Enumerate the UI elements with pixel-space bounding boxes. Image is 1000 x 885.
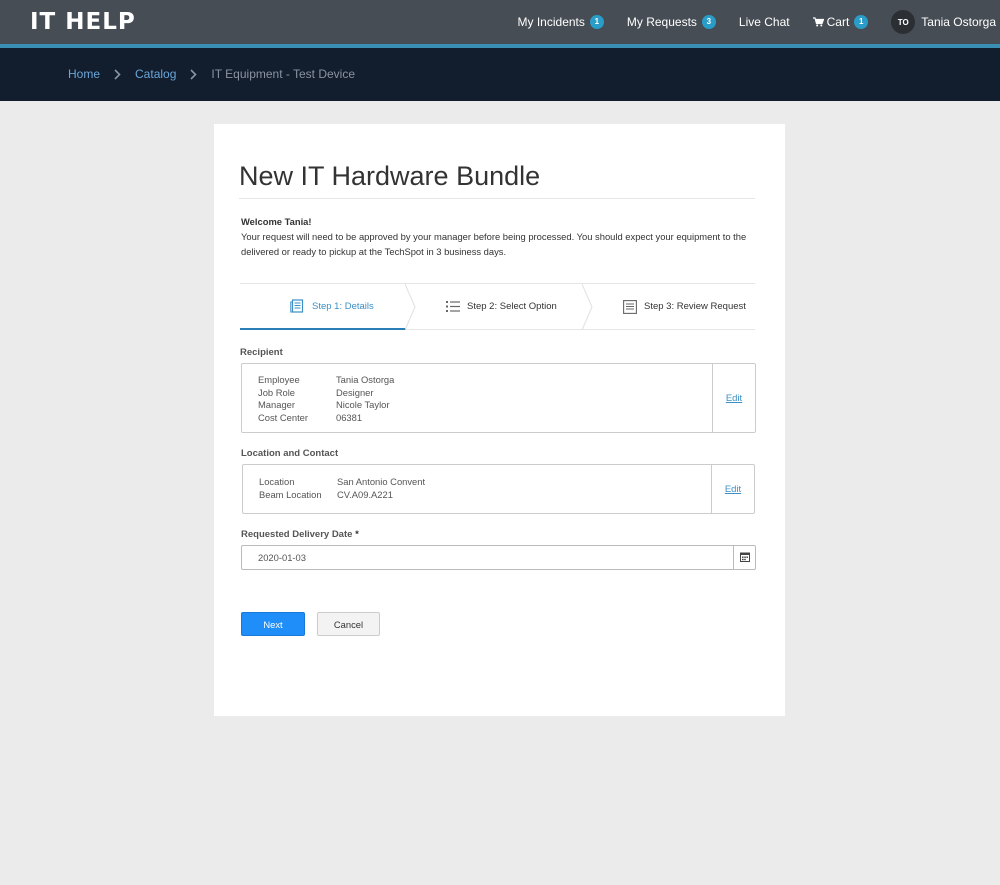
info-value: Tania Ostorga (336, 374, 395, 385)
welcome-heading: Welcome Tania! (241, 216, 312, 227)
logo[interactable]: IT HELP (30, 9, 136, 35)
step-details[interactable]: Step 1: Details (290, 284, 374, 329)
breadcrumb-current: IT Equipment - Test Device (211, 67, 356, 81)
nav-live-chat-label: Live Chat (738, 15, 790, 29)
calendar-button[interactable] (733, 545, 756, 570)
location-edit-link[interactable]: Edit (725, 484, 741, 495)
delivery-date-label: Requested Delivery Date * (241, 529, 359, 540)
info-row: Employee Tania Ostorga (258, 374, 394, 385)
cart-count-badge: 1 (854, 15, 869, 29)
title-divider (239, 198, 755, 199)
chevron-right-icon (114, 68, 121, 80)
top-nav: My Incidents 1 My Requests 3 Live Chat C… (518, 0, 1000, 44)
required-mark: * (355, 529, 359, 540)
nav-live-chat[interactable]: Live Chat (739, 15, 790, 29)
location-box: Location San Antonio Convent Beam Locati… (242, 464, 755, 514)
recipient-section-label: Recipient (240, 347, 283, 358)
info-row: Beam Location CV.A09.A221 (259, 489, 393, 500)
step-wizard: Step 1: Details Step 2: Select Option St… (240, 283, 755, 330)
info-value: Designer (336, 386, 374, 398)
info-row: Cost Center 06381 (258, 412, 362, 423)
breadcrumb: Home Catalog IT Equipment - Test Device (68, 67, 355, 81)
next-button[interactable]: Next (241, 612, 305, 636)
info-key: Employee (258, 374, 300, 385)
step-review-request-label: Step 3: Review Request (644, 301, 746, 312)
info-key: Beam Location (259, 488, 322, 500)
review-icon (623, 299, 637, 314)
top-header: IT HELP My Incidents 1 My Requests 3 Liv… (0, 0, 1000, 44)
calendar-icon (739, 551, 750, 565)
nav-my-requests-label: My Requests (626, 15, 697, 29)
active-step-indicator (240, 328, 406, 330)
step-select-option[interactable]: Step 2: Select Option (446, 284, 557, 329)
info-value: Nicole Taylor (336, 399, 390, 410)
location-section-label: Location and Contact (241, 448, 339, 459)
cancel-button[interactable]: Cancel (317, 612, 380, 636)
incidents-count-badge: 1 (589, 15, 604, 29)
info-key: Location (259, 476, 295, 487)
info-value: San Antonio Convent (337, 476, 426, 487)
document-icon (290, 299, 305, 314)
nav-cart-label: Cart (826, 15, 850, 29)
info-row: Job Role Designer (258, 387, 374, 398)
info-row: Manager Nicole Taylor (258, 399, 390, 410)
delivery-date-input[interactable] (241, 545, 734, 570)
delivery-date-label-text: Requested Delivery Date (241, 529, 353, 540)
nav-my-incidents[interactable]: My Incidents 1 (518, 15, 604, 29)
page-title: New IT Hardware Bundle (239, 161, 541, 191)
requests-count-badge: 3 (701, 15, 716, 29)
info-value: 06381 (336, 411, 363, 423)
cart-icon (812, 17, 824, 27)
nav-cart[interactable]: Cart 1 (812, 15, 869, 29)
location-edit-cell: Edit (711, 465, 754, 513)
breadcrumb-home[interactable]: Home (68, 67, 100, 81)
info-value: CV.A09.A221 (337, 488, 393, 500)
user-name: Tania Ostorga (921, 15, 996, 29)
step-separator (582, 284, 593, 330)
step-details-label: Step 1: Details (312, 301, 374, 312)
info-key: Job Role (258, 386, 296, 398)
intro-paragraph: Your request will need to be approved by… (241, 231, 747, 257)
step-separator (405, 284, 416, 330)
nav-user-menu[interactable]: TO Tania Ostorga (891, 10, 996, 34)
info-row: Location San Antonio Convent (259, 476, 425, 487)
chevron-right-icon (190, 68, 198, 80)
recipient-edit-link[interactable]: Edit (726, 393, 742, 404)
recipient-edit-cell: Edit (712, 364, 755, 432)
intro-text: Welcome Tania! Your request will need to… (241, 214, 751, 259)
recipient-box: Employee Tania Ostorga Job Role Designer… (241, 363, 756, 433)
step-select-option-label: Step 2: Select Option (467, 301, 557, 312)
nav-my-incidents-label: My Incidents (517, 15, 585, 29)
nav-my-requests[interactable]: My Requests 3 (627, 15, 716, 29)
step-review-request[interactable]: Step 3: Review Request (623, 284, 746, 329)
info-key: Cost Center (258, 411, 309, 423)
breadcrumb-catalog[interactable]: Catalog (135, 67, 176, 81)
avatar: TO (891, 10, 916, 34)
list-icon (446, 300, 460, 313)
info-key: Manager (258, 399, 296, 410)
